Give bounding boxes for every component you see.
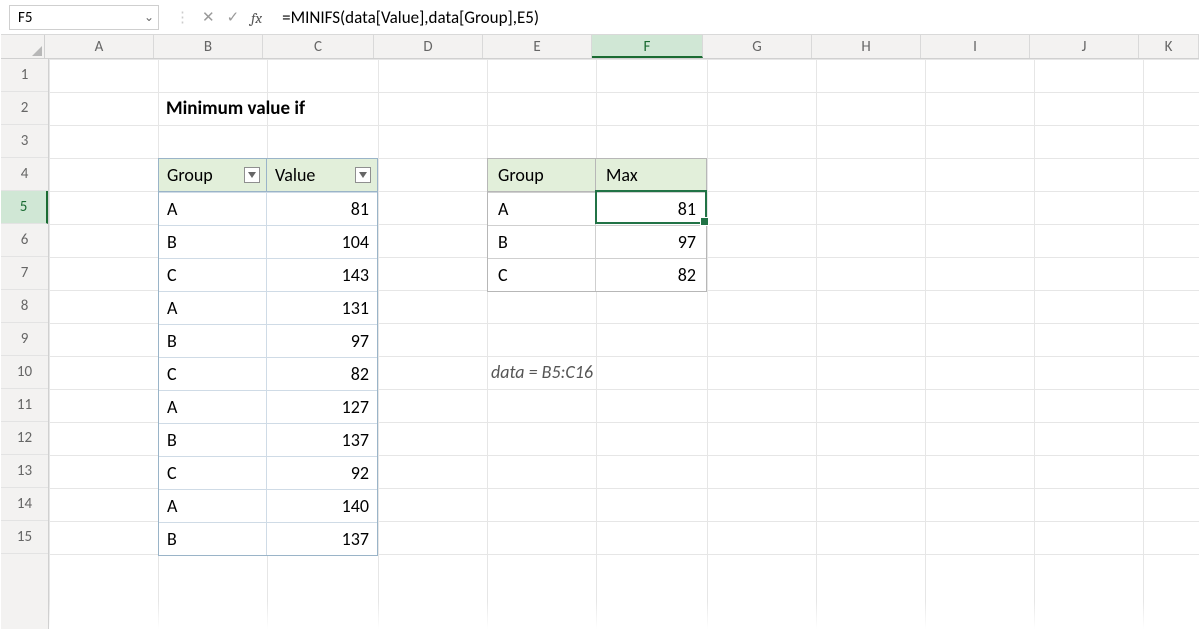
spreadsheet-grid[interactable]: Minimum value if GroupValueA81B104C143A1… <box>49 59 1199 629</box>
row-header-2[interactable]: 2 <box>1 92 48 125</box>
col-header-H[interactable]: H <box>812 35 921 58</box>
row-header-6[interactable]: 6 <box>1 224 48 257</box>
cell-value[interactable]: 127 <box>267 390 377 423</box>
row-headers: 123456789101112131415 <box>1 59 49 629</box>
table-row: A81 <box>488 192 706 225</box>
table-row: C82 <box>488 258 706 291</box>
row-header-4[interactable]: 4 <box>1 158 48 191</box>
cell-group[interactable]: A <box>159 192 267 225</box>
col-header-C[interactable]: C <box>263 35 374 58</box>
enter-formula-button[interactable]: ✓ <box>221 8 246 27</box>
summary-table: GroupMaxA81B97C82 <box>487 158 707 292</box>
cell-value[interactable]: 140 <box>267 489 377 522</box>
table-row: C82 <box>159 357 377 390</box>
formula-input[interactable]: =MINIFS(data[Value],data[Group],E5) <box>274 1 1199 34</box>
cell-group[interactable]: B <box>159 225 267 258</box>
data-table-header-label: Value <box>275 164 315 186</box>
data-table-header-label: Group <box>167 164 213 186</box>
cell-group[interactable]: A <box>159 291 267 324</box>
cell-value[interactable]: 97 <box>267 324 377 357</box>
cell-value[interactable]: 137 <box>267 522 377 555</box>
cell-group[interactable]: C <box>488 258 596 291</box>
cell-value[interactable]: 82 <box>267 357 377 390</box>
cancel-formula-button[interactable]: ✕ <box>196 8 221 27</box>
row-header-3[interactable]: 3 <box>1 125 48 158</box>
name-box[interactable]: F5 ⌄ <box>9 5 159 30</box>
table-row: B137 <box>159 423 377 456</box>
row-header-1[interactable]: 1 <box>1 59 48 92</box>
data-table-header[interactable]: Group <box>159 159 267 192</box>
row-header-13[interactable]: 13 <box>1 455 48 488</box>
cell-group[interactable]: A <box>159 390 267 423</box>
cell-group[interactable]: B <box>159 423 267 456</box>
cell-value[interactable]: 143 <box>267 258 377 291</box>
summary-header[interactable]: Max <box>596 159 706 192</box>
cell-group[interactable]: A <box>159 489 267 522</box>
table-row: B137 <box>159 522 377 555</box>
row-header-12[interactable]: 12 <box>1 422 48 455</box>
col-header-G[interactable]: G <box>703 35 812 58</box>
row-header-8[interactable]: 8 <box>1 290 48 323</box>
cell-group[interactable]: B <box>488 225 596 258</box>
col-header-E[interactable]: E <box>483 35 592 58</box>
cell-group[interactable]: C <box>159 456 267 489</box>
cell-max[interactable]: 81 <box>596 192 706 225</box>
col-header-K[interactable]: K <box>1139 35 1199 58</box>
table-row: A127 <box>159 390 377 423</box>
col-header-J[interactable]: J <box>1030 35 1139 58</box>
table-row: C92 <box>159 456 377 489</box>
cell-max[interactable]: 97 <box>596 225 706 258</box>
column-headers: ABCDEFGHIJK <box>1 35 1199 59</box>
col-header-B[interactable]: B <box>154 35 263 58</box>
row-header-14[interactable]: 14 <box>1 488 48 521</box>
table-row: B97 <box>159 324 377 357</box>
cell-group[interactable]: C <box>159 258 267 291</box>
range-note: data = B5:C16 <box>491 361 593 383</box>
row-header-15[interactable]: 15 <box>1 521 48 554</box>
formula-bar-buttons: ⋮ ✕ ✓ fx <box>163 1 274 34</box>
data-table-header[interactable]: Value <box>267 159 377 192</box>
row-header-11[interactable]: 11 <box>1 389 48 422</box>
cell-group[interactable]: B <box>159 324 267 357</box>
formula-bar: F5 ⌄ ⋮ ✕ ✓ fx =MINIFS(data[Value],data[G… <box>1 1 1199 35</box>
filter-dropdown-icon[interactable] <box>244 167 260 183</box>
col-header-I[interactable]: I <box>921 35 1030 58</box>
summary-header[interactable]: Group <box>488 159 596 192</box>
table-row: A81 <box>159 192 377 225</box>
table-row: A131 <box>159 291 377 324</box>
table-row: B104 <box>159 225 377 258</box>
sheet-title: Minimum value if <box>166 97 305 120</box>
table-row: B97 <box>488 225 706 258</box>
name-box-value: F5 <box>10 9 41 27</box>
cell-max[interactable]: 82 <box>596 258 706 291</box>
table-row: C143 <box>159 258 377 291</box>
row-header-9[interactable]: 9 <box>1 323 48 356</box>
table-row: A140 <box>159 489 377 522</box>
col-header-D[interactable]: D <box>374 35 483 58</box>
row-header-10[interactable]: 10 <box>1 356 48 389</box>
name-box-dropdown-icon[interactable]: ⌄ <box>136 10 158 25</box>
cell-value[interactable]: 104 <box>267 225 377 258</box>
cell-group[interactable]: C <box>159 357 267 390</box>
cell-value[interactable]: 92 <box>267 456 377 489</box>
select-all-corner[interactable] <box>1 35 45 58</box>
filter-dropdown-icon[interactable] <box>355 167 371 183</box>
cell-value[interactable]: 137 <box>267 423 377 456</box>
data-table: GroupValueA81B104C143A131B97C82A127B137C… <box>158 158 378 556</box>
separator-icon: ⋮ <box>169 8 196 27</box>
cell-group[interactable]: B <box>159 522 267 555</box>
cell-value[interactable]: 131 <box>267 291 377 324</box>
row-header-7[interactable]: 7 <box>1 257 48 290</box>
cell-value[interactable]: 81 <box>267 192 377 225</box>
cell-group[interactable]: A <box>488 192 596 225</box>
fx-icon[interactable]: fx <box>245 9 268 27</box>
col-header-F[interactable]: F <box>592 35 703 58</box>
col-header-A[interactable]: A <box>45 35 154 58</box>
row-header-5[interactable]: 5 <box>1 191 48 224</box>
